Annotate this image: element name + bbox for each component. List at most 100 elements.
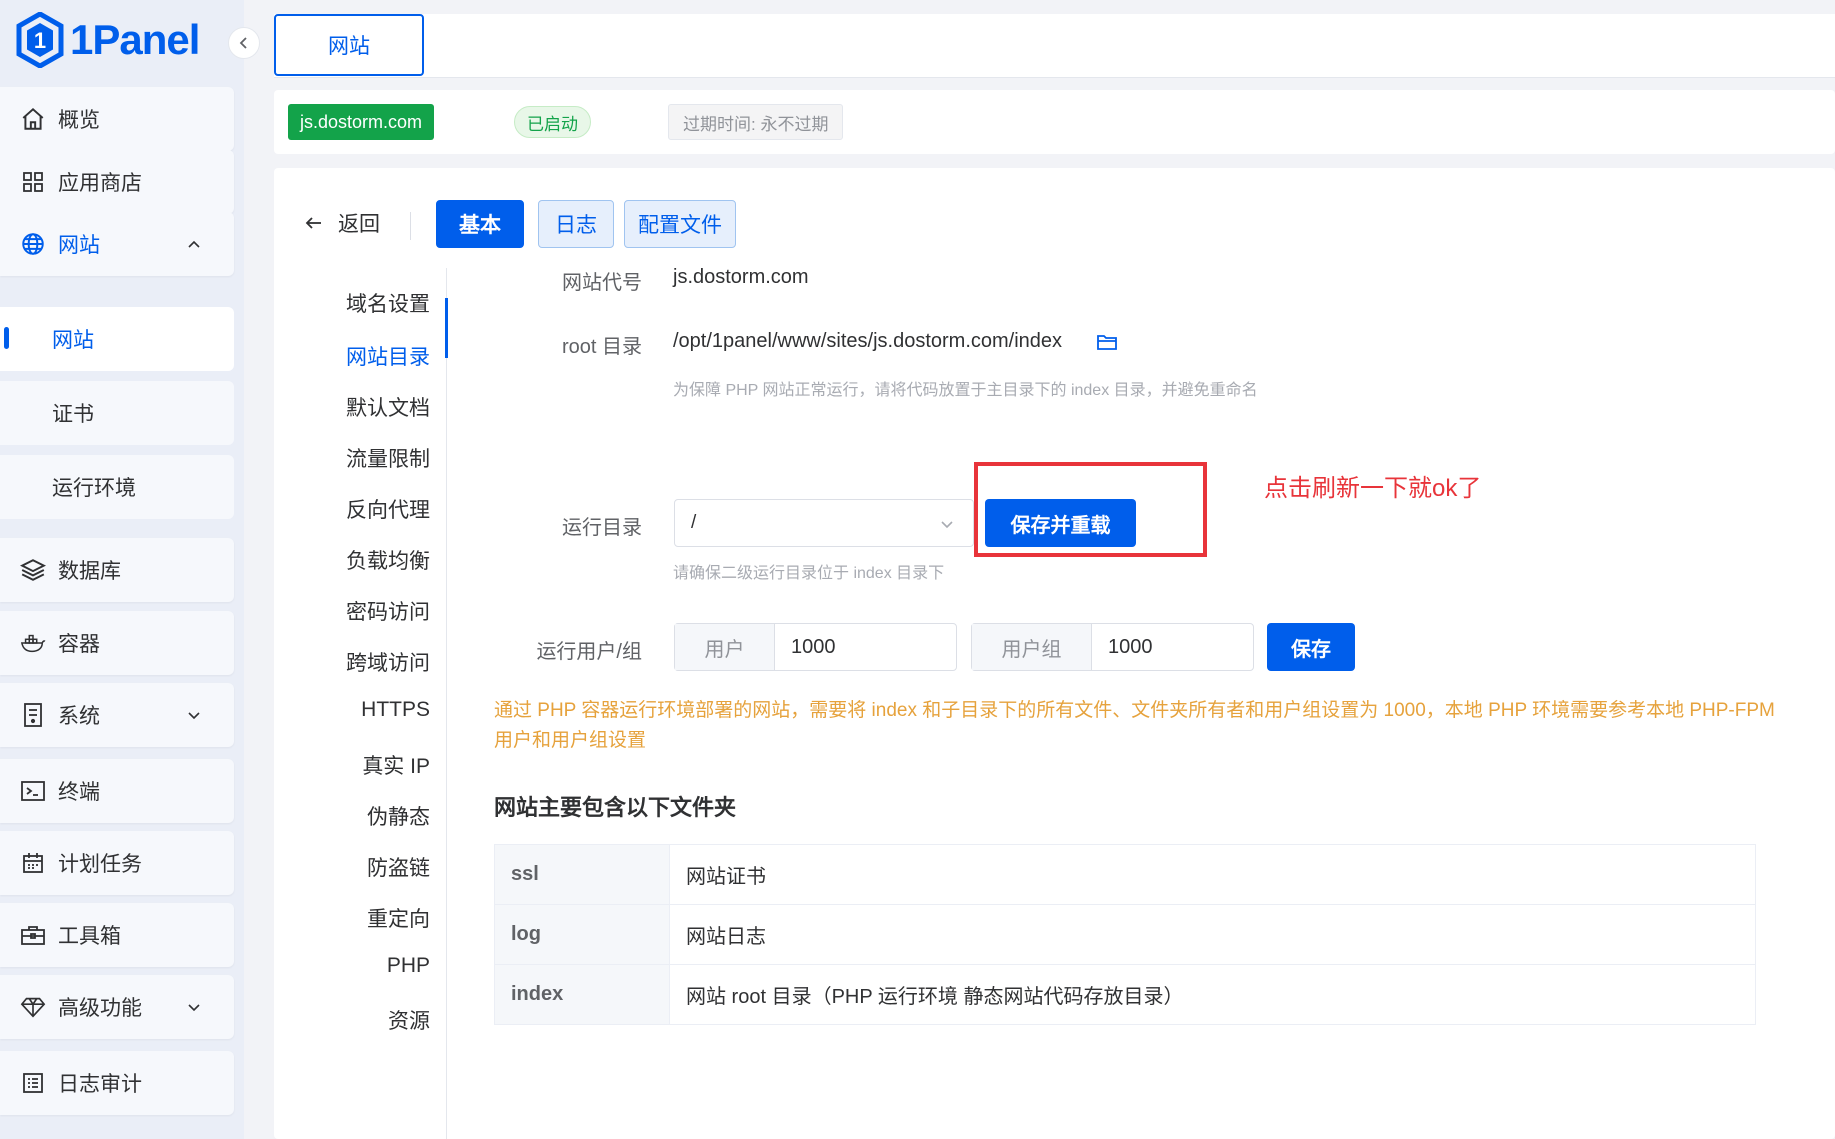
site-info-bar: js.dostorm.com 已启动 过期时间: 永不过期 bbox=[274, 90, 1835, 154]
logo[interactable]: 1 1Panel bbox=[16, 10, 200, 70]
menu-cron[interactable]: 计划任务 bbox=[0, 831, 234, 895]
server-icon bbox=[20, 702, 46, 728]
folders-table: ssl 网站证书 log 网站日志 index 网站 root 目录（PHP 运… bbox=[494, 844, 1756, 1025]
run-dir-label: 运行目录 bbox=[562, 517, 642, 539]
menu-toolbox[interactable]: 工具箱 bbox=[0, 903, 234, 967]
submenu-runtime[interactable]: 运行环境 bbox=[0, 455, 234, 519]
annotation-highlight-box bbox=[974, 462, 1207, 557]
submenu-website[interactable]: 网站 bbox=[0, 307, 234, 371]
menu-container[interactable]: 容器 bbox=[0, 611, 234, 675]
menu-label: 网站 bbox=[58, 234, 100, 257]
grid-icon bbox=[20, 169, 46, 195]
menu-label: 高级功能 bbox=[58, 997, 142, 1020]
tab-log[interactable]: 日志 bbox=[538, 200, 614, 248]
menu-terminal[interactable]: 终端 bbox=[0, 759, 234, 823]
folder-name: index bbox=[494, 964, 670, 1025]
back-button[interactable]: 返回 bbox=[304, 208, 380, 238]
submenu-certificate[interactable]: 证书 bbox=[0, 381, 234, 445]
nav-site-directory[interactable]: 网站目录 bbox=[346, 341, 430, 371]
menu-overview[interactable]: 概览 bbox=[0, 87, 234, 151]
user-input[interactable]: 用户 1000 bbox=[674, 623, 957, 671]
collapse-sidebar-button[interactable] bbox=[228, 27, 260, 59]
save-button[interactable]: 保存 bbox=[1267, 623, 1355, 671]
divider bbox=[410, 212, 411, 240]
menu-app-store[interactable]: 应用商店 bbox=[0, 150, 234, 214]
submenu-label: 运行环境 bbox=[52, 477, 136, 500]
submenu-label: 证书 bbox=[52, 403, 94, 426]
root-dir-value: /opt/1panel/www/sites/js.dostorm.com/ind… bbox=[673, 330, 1063, 352]
menu-database[interactable]: 数据库 bbox=[0, 538, 234, 602]
globe-icon bbox=[20, 231, 46, 257]
chevron-down-icon bbox=[188, 712, 200, 720]
nav-domain[interactable]: 域名设置 bbox=[346, 288, 430, 318]
group-prefix: 用户组 bbox=[972, 624, 1092, 670]
group-value[interactable]: 1000 bbox=[1092, 624, 1253, 670]
submenu-label: 网站 bbox=[52, 329, 94, 352]
svg-text:1: 1 bbox=[34, 28, 46, 53]
nav-default-doc[interactable]: 默认文档 bbox=[346, 392, 430, 422]
menu-label: 概览 bbox=[58, 109, 100, 132]
alias-value: js.dostorm.com bbox=[673, 266, 809, 288]
nav-reverse-proxy[interactable]: 反向代理 bbox=[346, 494, 430, 524]
user-prefix: 用户 bbox=[675, 624, 775, 670]
user-group-label: 运行用户/组 bbox=[536, 641, 642, 663]
menu-system[interactable]: 系统 bbox=[0, 683, 234, 747]
chevron-down-icon bbox=[188, 1004, 200, 1012]
chevron-down-icon bbox=[941, 521, 953, 529]
warning-text: 通过 PHP 容器运行环境部署的网站，需要将 index 和子目录下的所有文件、… bbox=[494, 700, 1775, 751]
menu-label: 应用商店 bbox=[58, 172, 142, 195]
run-dir-value: / bbox=[691, 512, 697, 533]
toolbox-icon bbox=[20, 922, 46, 948]
nav-resource[interactable]: 资源 bbox=[388, 1005, 430, 1035]
menu-label: 日志审计 bbox=[58, 1073, 142, 1096]
run-dir-select[interactable]: / bbox=[674, 499, 974, 547]
nav-password-access[interactable]: 密码访问 bbox=[346, 596, 430, 626]
nav-php[interactable]: PHP bbox=[387, 954, 430, 978]
terminal-icon bbox=[20, 778, 46, 804]
menu-label: 系统 bbox=[58, 705, 100, 728]
nav-https[interactable]: HTTPS bbox=[361, 698, 430, 722]
chevron-up-icon bbox=[188, 240, 200, 248]
back-label: 返回 bbox=[338, 213, 380, 236]
nav-cors[interactable]: 跨域访问 bbox=[346, 647, 430, 677]
home-icon bbox=[20, 106, 46, 132]
folder-name: ssl bbox=[494, 844, 670, 905]
alias-label: 网站代号 bbox=[562, 272, 642, 294]
menu-audit-log[interactable]: 日志审计 bbox=[0, 1051, 234, 1115]
arrow-left-icon bbox=[305, 217, 321, 229]
root-dir-hint: 为保障 PHP 网站正常运行，请将代码放置于主目录下的 index 目录，并避免… bbox=[673, 382, 1258, 399]
nav-redirect[interactable]: 重定向 bbox=[367, 903, 430, 933]
nav-traffic-limit[interactable]: 流量限制 bbox=[346, 443, 430, 473]
run-dir-hint: 请确保二级运行目录位于 index 目录下 bbox=[673, 565, 945, 582]
group-input[interactable]: 用户组 1000 bbox=[971, 623, 1254, 671]
log-icon bbox=[20, 1070, 46, 1096]
website-settings-card: 返回 基本 日志 配置文件 域名设置 网站目录 默认文档 流量限制 反向代理 负… bbox=[274, 168, 1835, 1139]
menu-label: 计划任务 bbox=[58, 853, 142, 876]
nav-anti-leech[interactable]: 防盗链 bbox=[367, 852, 430, 882]
expire-tag: 过期时间: 永不过期 bbox=[668, 104, 844, 140]
nav-load-balance[interactable]: 负载均衡 bbox=[346, 545, 430, 575]
logo-text: 1Panel bbox=[70, 16, 200, 63]
folder-description: 网站证书 bbox=[669, 844, 1756, 905]
layers-icon bbox=[20, 557, 46, 583]
chevron-left-icon bbox=[239, 37, 247, 49]
tab-config-file[interactable]: 配置文件 bbox=[624, 200, 736, 248]
logo-hex-icon: 1 bbox=[16, 12, 64, 68]
user-value[interactable]: 1000 bbox=[775, 624, 956, 670]
menu-label: 数据库 bbox=[58, 560, 121, 583]
menu-advanced[interactable]: 高级功能 bbox=[0, 975, 234, 1039]
folder-name: log bbox=[494, 904, 670, 965]
annotation-text: 点击刷新一下就ok了 bbox=[1264, 475, 1482, 502]
tab-website[interactable]: 网站 bbox=[274, 14, 424, 76]
folder-description: 网站 root 目录（PHP 运行环境 静态网站代码存放目录） bbox=[669, 964, 1756, 1025]
menu-website[interactable]: 网站 bbox=[0, 212, 234, 276]
folder-description: 网站日志 bbox=[669, 904, 1756, 965]
tab-basic[interactable]: 基本 bbox=[436, 200, 524, 248]
table-row: index 网站 root 目录（PHP 运行环境 静态网站代码存放目录） bbox=[494, 964, 1756, 1025]
menu-label: 容器 bbox=[58, 633, 100, 656]
nav-real-ip[interactable]: 真实 IP bbox=[362, 750, 430, 780]
folder-icon[interactable] bbox=[1096, 332, 1118, 352]
site-domain-tag: js.dostorm.com bbox=[288, 104, 435, 140]
calendar-icon bbox=[20, 850, 46, 876]
nav-rewrite[interactable]: 伪静态 bbox=[367, 801, 430, 831]
